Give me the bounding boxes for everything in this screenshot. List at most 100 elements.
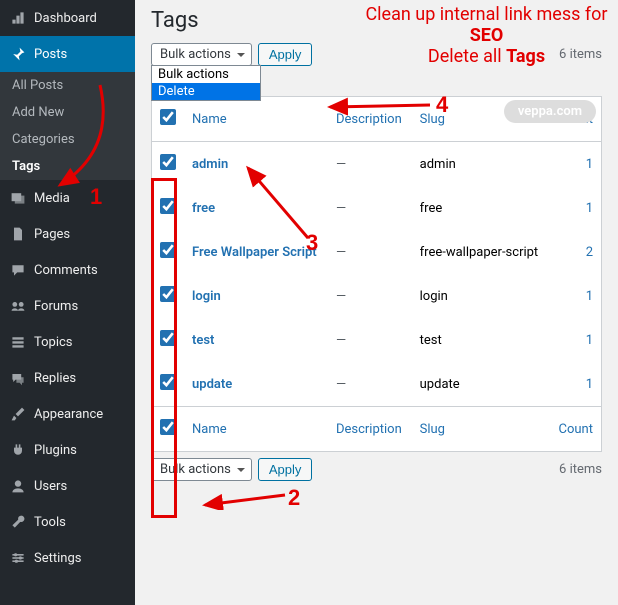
sidebar-item-add-new[interactable]: Add New (0, 99, 135, 126)
sidebar-item-appearance[interactable]: Appearance (0, 396, 135, 432)
tag-name-link[interactable]: update (192, 377, 232, 392)
table-row: update—update1 (152, 362, 602, 407)
row-checkbox[interactable] (160, 374, 176, 390)
tag-count-link[interactable]: 1 (586, 289, 593, 304)
media-icon (8, 188, 28, 208)
tag-description: — (328, 230, 412, 274)
tag-slug: test (412, 318, 550, 362)
row-checkbox[interactable] (160, 286, 176, 302)
bulk-option-delete[interactable]: Delete (152, 83, 260, 100)
bulk-actions-select[interactable]: Bulk actions (151, 43, 252, 66)
wrench-icon (8, 512, 28, 532)
tag-slug: login (412, 274, 550, 318)
sidebar-item-categories[interactable]: Categories (0, 126, 135, 153)
table-row: test—test1 (152, 318, 602, 362)
col-name[interactable]: Name (184, 407, 328, 452)
select-all-bottom[interactable] (160, 419, 176, 435)
sidebar-label: Users (34, 479, 67, 494)
col-desc[interactable]: Description (328, 407, 412, 452)
sidebar-label: Topics (34, 335, 73, 350)
sidebar-item-settings[interactable]: Settings (0, 540, 135, 576)
items-count-bottom: 6 items (559, 462, 602, 477)
main-content: Tags Clean up internal link mess for SEO… (135, 0, 618, 605)
apply-button-bottom[interactable]: Apply (258, 458, 313, 481)
users-icon (8, 476, 28, 496)
sidebar-item-plugins[interactable]: Plugins (0, 432, 135, 468)
row-checkbox[interactable] (160, 154, 176, 170)
comment-icon (8, 260, 28, 280)
annotation-number-2: 2 (288, 485, 300, 511)
forums-icon (8, 296, 28, 316)
sidebar-item-replies[interactable]: Replies (0, 360, 135, 396)
dashboard-icon (8, 8, 28, 28)
sidebar-item-all-posts[interactable]: All Posts (0, 72, 135, 99)
tag-name-link[interactable]: test (192, 333, 214, 348)
admin-sidebar: Dashboard Posts All Posts Add New Catego… (0, 0, 135, 605)
sidebar-item-tags[interactable]: Tags (0, 153, 135, 180)
tag-count-link[interactable]: 1 (586, 201, 593, 216)
bulk-actions-top: Bulk actions Apply Bulk actions Delete (151, 43, 312, 66)
tag-description: — (328, 318, 412, 362)
row-checkbox[interactable] (160, 198, 176, 214)
tag-name-link[interactable]: admin (192, 157, 228, 172)
select-all-top[interactable] (160, 109, 176, 125)
sidebar-label: Plugins (34, 443, 77, 458)
annotation-number-4: 4 (436, 92, 448, 118)
tag-count-link[interactable]: 2 (586, 245, 593, 260)
table-row: admin—admin1 (152, 142, 602, 187)
sidebar-item-media[interactable]: Media (0, 180, 135, 216)
tag-description: — (328, 142, 412, 187)
col-count[interactable]: Count (549, 407, 601, 452)
bulk-actions-select-bottom[interactable]: Bulk actions (151, 458, 252, 481)
watermark: veppa.com (504, 100, 596, 123)
table-row: login—login1 (152, 274, 602, 318)
sidebar-item-topics[interactable]: Topics (0, 324, 135, 360)
brush-icon (8, 404, 28, 424)
col-desc[interactable]: Description (328, 97, 412, 142)
tag-name-link[interactable]: login (192, 289, 221, 304)
sidebar-item-pages[interactable]: Pages (0, 216, 135, 252)
sidebar-label: Dashboard (34, 11, 97, 26)
tags-table: Name Description Slug Count admin—admin1… (151, 96, 602, 452)
posts-submenu: All Posts Add New Categories Tags (0, 72, 135, 180)
apply-button[interactable]: Apply (258, 43, 313, 66)
tag-slug: free-wallpaper-script (412, 230, 550, 274)
page-icon (8, 224, 28, 244)
sidebar-label: Posts (34, 47, 67, 62)
tag-name-link[interactable]: free (192, 201, 215, 216)
tag-description: — (328, 186, 412, 230)
sidebar-label: Replies (34, 371, 76, 386)
sidebar-label: Settings (34, 551, 81, 566)
row-checkbox[interactable] (160, 330, 176, 346)
table-row: Free Wallpaper Script —free-wallpaper-scr… (152, 230, 602, 274)
tag-slug: admin (412, 142, 550, 187)
row-checkbox[interactable] (160, 242, 176, 258)
bulk-option-bulk[interactable]: Bulk actions (152, 66, 260, 83)
sidebar-item-dashboard[interactable]: Dashboard (0, 0, 135, 36)
tag-count-link[interactable]: 1 (586, 377, 593, 392)
plug-icon (8, 440, 28, 460)
bulk-actions-dropdown: Bulk actions Delete (151, 65, 261, 101)
table-row: free—free1 (152, 186, 602, 230)
replies-icon (8, 368, 28, 388)
tag-count-link[interactable]: 1 (586, 157, 593, 172)
tag-name-link[interactable]: Free Wallpaper Script (192, 245, 317, 260)
annotation-number-3: 3 (306, 230, 318, 256)
tag-slug: free (412, 186, 550, 230)
annotation-headline: Clean up internal link mess for SEODelet… (355, 4, 618, 67)
tag-count-link[interactable]: 1 (586, 333, 593, 348)
sidebar-label: Media (34, 191, 70, 206)
sidebar-item-users[interactable]: Users (0, 468, 135, 504)
tablenav-bottom: Bulk actions Apply 6 items (151, 458, 602, 481)
sidebar-item-posts[interactable]: Posts (0, 36, 135, 72)
sidebar-label: Forums (34, 299, 78, 314)
sidebar-item-forums[interactable]: Forums (0, 288, 135, 324)
sidebar-item-tools[interactable]: Tools (0, 504, 135, 540)
sidebar-item-comments[interactable]: Comments (0, 252, 135, 288)
col-name[interactable]: Name (184, 97, 328, 142)
tag-description: — (328, 362, 412, 407)
topics-icon (8, 332, 28, 352)
col-slug[interactable]: Slug (412, 407, 550, 452)
sidebar-label: Pages (34, 227, 70, 242)
bulk-actions-bottom: Bulk actions Apply (151, 458, 312, 481)
